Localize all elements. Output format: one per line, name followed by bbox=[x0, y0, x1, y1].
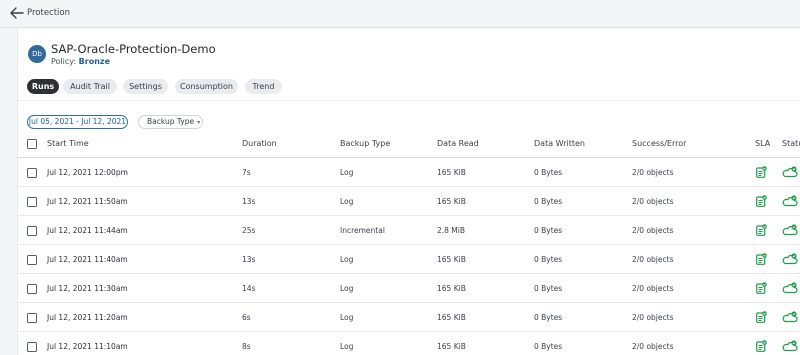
cloud-success-icon bbox=[782, 282, 798, 294]
duration-cell: 8s bbox=[242, 342, 251, 351]
tab-audit-trail[interactable]: Audit Trail bbox=[63, 79, 117, 94]
col-backup-type[interactable]: Backup Type bbox=[340, 139, 390, 148]
col-sla[interactable]: SLA bbox=[755, 139, 770, 148]
data-read-cell: 165 KiB bbox=[437, 168, 466, 177]
chevron-down-icon: ▾ bbox=[197, 119, 201, 126]
sla-met-icon bbox=[756, 282, 767, 294]
avatar: Db bbox=[28, 45, 46, 63]
table-row[interactable]: Jul 12, 2021 11:50am 13s Log 165 KiB 0 Bytes… bbox=[18, 187, 800, 216]
page-title: SAP-Oracle-Protection-Demo bbox=[51, 42, 216, 56]
cloud-success-icon bbox=[782, 253, 798, 265]
table-row[interactable]: Jul 12, 2021 11:40am 13s Log 165 KiB 0 Bytes… bbox=[18, 245, 800, 274]
data-read-cell: 165 KiB bbox=[437, 284, 466, 293]
table-row[interactable]: Jul 12, 2021 11:44am 25s Incremental 2.8 Mi… bbox=[18, 216, 800, 245]
row-checkbox[interactable] bbox=[27, 168, 37, 178]
row-checkbox[interactable] bbox=[27, 197, 37, 207]
duration-cell: 6s bbox=[242, 313, 251, 322]
cloud-success-icon bbox=[782, 224, 798, 236]
table-row[interactable]: Jul 12, 2021 11:10am 8s Log 165 KiB 0 Bytes 2… bbox=[18, 332, 800, 355]
tab-runs[interactable]: Runs bbox=[27, 79, 59, 94]
col-duration[interactable]: Duration bbox=[242, 139, 277, 148]
backup-type-cell: Log bbox=[340, 284, 354, 293]
data-written-cell: 0 Bytes bbox=[534, 226, 563, 235]
duration-cell: 14s bbox=[242, 284, 256, 293]
start-time-cell[interactable]: Jul 12, 2021 11:50am bbox=[47, 197, 128, 206]
success-error-cell: 2/0 objects bbox=[632, 313, 674, 322]
start-time-cell[interactable]: Jul 12, 2021 12:00pm bbox=[47, 168, 128, 177]
cloud-success-icon bbox=[782, 166, 798, 178]
duration-cell: 25s bbox=[242, 226, 256, 235]
select-all-checkbox[interactable] bbox=[27, 139, 37, 149]
data-read-cell: 165 KiB bbox=[437, 255, 466, 264]
table-row[interactable]: Jul 12, 2021 11:20am 6s Log 165 KiB 0 Bytes 2… bbox=[18, 303, 800, 332]
backup-type-cell: Log bbox=[340, 255, 354, 264]
duration-cell: 13s bbox=[242, 255, 256, 264]
data-read-cell: 2.8 MiB bbox=[437, 226, 466, 235]
col-status[interactable]: Status bbox=[782, 139, 800, 148]
row-checkbox[interactable] bbox=[27, 226, 37, 236]
cloud-success-icon bbox=[782, 340, 798, 352]
success-error-cell: 2/0 objects bbox=[632, 284, 674, 293]
date-range-filter[interactable]: Jul 05, 2021 - Jul 12, 2021 bbox=[27, 115, 128, 129]
start-time-cell[interactable]: Jul 12, 2021 11:44am bbox=[47, 226, 128, 235]
backup-type-cell: Log bbox=[340, 168, 354, 177]
start-time-cell[interactable]: Jul 12, 2021 11:30am bbox=[47, 284, 128, 293]
policy-label: Policy: bbox=[51, 57, 77, 66]
col-success-error[interactable]: Success/Error bbox=[632, 139, 686, 148]
backup-type-cell: Log bbox=[340, 342, 354, 351]
col-data-written[interactable]: Data Written bbox=[534, 139, 585, 148]
duration-cell: 7s bbox=[242, 168, 251, 177]
sla-met-icon bbox=[756, 224, 767, 236]
col-data-read[interactable]: Data Read bbox=[437, 139, 479, 148]
data-written-cell: 0 Bytes bbox=[534, 197, 563, 206]
sla-met-icon bbox=[756, 311, 767, 323]
success-error-cell: 2/0 objects bbox=[632, 342, 674, 351]
duration-cell: 13s bbox=[242, 197, 256, 206]
breadcrumb-protection[interactable]: Protection bbox=[27, 8, 70, 18]
top-bar: Protection bbox=[0, 0, 800, 28]
data-read-cell: 165 KiB bbox=[437, 342, 466, 351]
start-time-cell[interactable]: Jul 12, 2021 11:40am bbox=[47, 255, 128, 264]
row-checkbox[interactable] bbox=[27, 284, 37, 294]
cloud-success-icon bbox=[782, 311, 798, 323]
data-read-cell: 165 KiB bbox=[437, 313, 466, 322]
success-error-cell: 2/0 objects bbox=[632, 226, 674, 235]
sla-met-icon bbox=[756, 195, 767, 207]
success-error-cell: 2/0 objects bbox=[632, 197, 674, 206]
data-read-cell: 165 KiB bbox=[437, 197, 466, 206]
policy-link[interactable]: Bronze bbox=[79, 57, 110, 66]
data-written-cell: 0 Bytes bbox=[534, 342, 563, 351]
tab-trend[interactable]: Trend bbox=[245, 79, 282, 94]
row-checkbox[interactable] bbox=[27, 255, 37, 265]
backup-type-filter[interactable]: Backup Type ▾ bbox=[138, 115, 203, 129]
backup-type-cell: Log bbox=[340, 313, 354, 322]
divider bbox=[18, 100, 800, 101]
success-error-cell: 2/0 objects bbox=[632, 255, 674, 264]
data-written-cell: 0 Bytes bbox=[534, 284, 563, 293]
data-written-cell: 0 Bytes bbox=[534, 168, 563, 177]
row-checkbox[interactable] bbox=[27, 342, 37, 352]
table-row[interactable]: Jul 12, 2021 12:00pm 7s Log 165 KiB 0 Bytes 2… bbox=[18, 158, 800, 187]
start-time-cell[interactable]: Jul 12, 2021 11:20am bbox=[47, 313, 128, 322]
start-time-cell[interactable]: Jul 12, 2021 11:10am bbox=[47, 342, 128, 351]
backup-type-cell: Log bbox=[340, 197, 354, 206]
row-checkbox[interactable] bbox=[27, 313, 37, 323]
success-error-cell: 2/0 objects bbox=[632, 168, 674, 177]
cloud-success-icon bbox=[782, 195, 798, 207]
backup-type-cell: Incremental bbox=[340, 226, 385, 235]
data-written-cell: 0 Bytes bbox=[534, 313, 563, 322]
arrow-left-icon[interactable] bbox=[10, 7, 24, 19]
backup-type-label: Backup Type bbox=[147, 117, 195, 126]
sla-met-icon bbox=[756, 340, 767, 352]
data-written-cell: 0 Bytes bbox=[534, 255, 563, 264]
tab-settings[interactable]: Settings bbox=[123, 79, 168, 94]
policy-info: Policy: Bronze bbox=[51, 57, 110, 66]
sla-met-icon bbox=[756, 166, 767, 178]
tab-consumption[interactable]: Consumption bbox=[175, 79, 238, 94]
table-row[interactable]: Jul 12, 2021 11:30am 14s Log 165 KiB 0 Bytes… bbox=[18, 274, 800, 303]
sla-met-icon bbox=[756, 253, 767, 265]
col-start-time[interactable]: Start Time bbox=[47, 139, 89, 148]
